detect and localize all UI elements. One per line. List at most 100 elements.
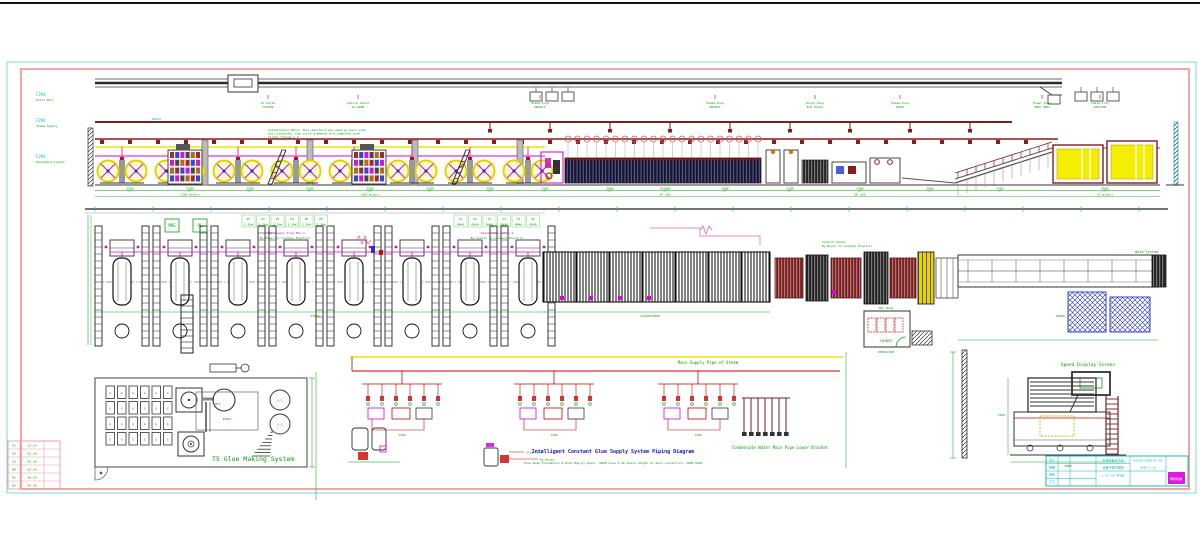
steam-valve-drop (668, 122, 672, 133)
drawing-title: 瓦楞纸板生产线 (1102, 458, 1123, 463)
beam-hanger (940, 140, 944, 144)
dimension-text: 4800 (1064, 464, 1071, 468)
mcc-room-detail: T82#92 MCC Room 2000x1500 (864, 306, 932, 354)
micro-label: DN40 (486, 223, 493, 227)
speed-screen-label: Speed Display Screen (1061, 362, 1115, 368)
beam-hanger (380, 140, 384, 144)
micro-label: 2.2kW (244, 223, 253, 227)
plan-dimensions: 2250014x600=840018000 (95, 312, 1158, 340)
t5-tag: 2000L (222, 417, 231, 421)
beam-hanger (800, 140, 804, 144)
pipe-code-label: DN125 (152, 117, 161, 121)
steam-valve-drop (548, 122, 552, 133)
mill-roll-stand (388, 147, 437, 183)
micro-label: DN40 (515, 223, 522, 227)
elevation-dimensions: 25002500250025002500250025003200200014x6… (95, 187, 1160, 197)
beam-hanger (464, 140, 468, 144)
micro-label: DN40 (896, 105, 903, 109)
valve-station: 1500 (658, 371, 738, 437)
beam-hanger (996, 140, 1000, 144)
dimension-text: 1500 (398, 433, 405, 437)
overhead-hoist-rail (95, 75, 1119, 104)
condensate-bracket-cluster: Condensate Water Main Pipe Lower Bracket (732, 398, 829, 450)
beam-hanger (100, 140, 104, 144)
micro-label: G (132, 391, 134, 395)
dimension-text: 2000 (721, 187, 728, 191)
starch-bag: G (152, 433, 161, 446)
micro-label: G (109, 422, 111, 426)
starch-bag: G (164, 386, 173, 399)
hold-system-label: Hold System (1135, 250, 1158, 254)
single-facer (168, 144, 202, 184)
dimension-text: 3500 (786, 187, 793, 191)
condensate-label: Condensate Water Main Pipe Lower Bracket (732, 445, 829, 450)
dimension-text: (250 m/min) (360, 193, 380, 197)
beam-hanger (828, 140, 832, 144)
micro-label: P2 (261, 217, 265, 221)
micro-label: End Plate (807, 105, 823, 109)
cad-drawing-viewport[interactable]: F2#3Hoist RailF2#2Steam SupplyF2#1Equipm… (0, 0, 1200, 557)
revision-cell: B0 (12, 468, 16, 472)
micro-label: V3 (488, 217, 492, 221)
starch-bag: G (106, 433, 115, 446)
micro-label: G (167, 391, 169, 395)
dimension-text: 2500 (126, 187, 133, 191)
micro-label: G (121, 438, 123, 442)
dimension-text: 2500 (426, 187, 433, 191)
micro-label: G (121, 391, 123, 395)
mill-roll-stand-plan (385, 226, 439, 346)
revision-cell: 12.19 (27, 444, 36, 448)
beam-hanger (492, 140, 496, 144)
micro-label: V4 (502, 217, 506, 221)
title-block-cell: 工艺 (1049, 479, 1055, 484)
micro-label: V6 (531, 217, 535, 221)
micro-label: G (109, 391, 111, 395)
beam-hanger (856, 140, 860, 144)
beam-hanger (240, 140, 244, 144)
micro-label: DN40 (457, 223, 464, 227)
rail-tag: Splice StandGL+3800 (347, 95, 369, 109)
revision-cell: B2 (12, 484, 16, 488)
micro-label: P6 (319, 217, 323, 221)
revision-cell: 04.20 (27, 476, 36, 480)
starch-bag: G (141, 386, 150, 399)
micro-label: G (144, 391, 146, 395)
revision-table: A112.19A201.20A302.20B003.20B104.20B205.… (8, 441, 60, 489)
steam-valve-drop (968, 122, 972, 133)
hanger-cluster (1075, 87, 1119, 101)
mill-roll-stand-plan (211, 226, 265, 346)
rail-tag: Power Feed380V 50Hz (1033, 95, 1051, 109)
beam-hanger (352, 140, 356, 144)
rail-tag: Steam DropDN40x3 (706, 95, 724, 109)
beam-hanger (884, 140, 888, 144)
margin-label: F2#1Equipment Layout (36, 154, 65, 164)
drawing-title: 设备平面布置图 (1102, 465, 1123, 470)
dimension-text: 2500 (366, 187, 373, 191)
beam-hanger (324, 140, 328, 144)
micro-label: 380V 50Hz (1034, 105, 1050, 109)
beam-hanger (968, 140, 972, 144)
dimension-text: DF-320 (855, 193, 866, 197)
dimension-text: 18000 (1055, 314, 1064, 318)
micro-label: G (121, 407, 123, 411)
starch-bag: G (164, 417, 173, 430)
margin-labels: F2#3Hoist RailF2#2Steam SupplyF2#1Equipm… (36, 92, 65, 164)
title-block-cell: 设计 (1049, 457, 1055, 462)
micro-label: G (144, 407, 146, 411)
starch-bag: G (141, 433, 150, 446)
micro-label: P5 (305, 217, 309, 221)
beam-hanger (184, 140, 188, 144)
plan-box-tag: MRS (168, 223, 176, 228)
starch-bag: G (106, 386, 115, 399)
micro-label: G (144, 422, 146, 426)
micro-label: G (155, 391, 157, 395)
mill-roll-stand-plan (327, 226, 381, 346)
revision-cell: 02.20 (27, 460, 36, 464)
mill-roll-stand-plan (269, 226, 323, 346)
beam-hanger (436, 140, 440, 144)
glue-making-system: GGGGGGGGGGGGGGGGGGGGGGGG MIX S-1 S-2 200… (95, 364, 316, 500)
starch-bag: G (106, 417, 115, 430)
mill-roll-stand-plan (443, 226, 497, 346)
dimension-text: 2500 (186, 187, 193, 191)
mill-roll-stand (98, 147, 147, 183)
